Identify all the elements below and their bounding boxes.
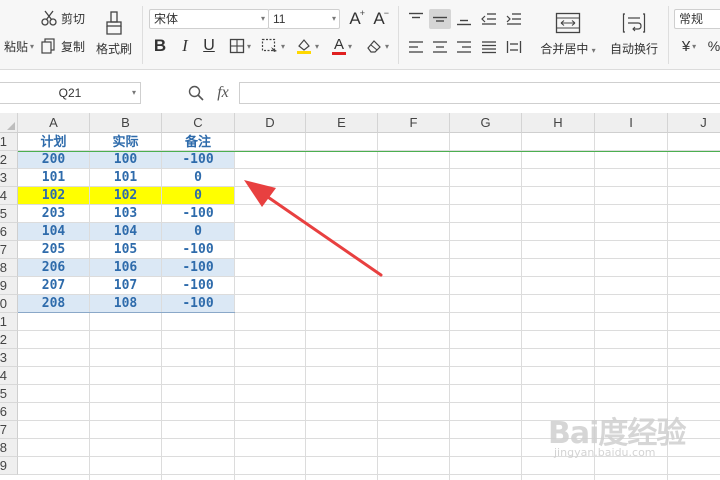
fill-color-button[interactable]: ▾ (292, 35, 322, 57)
font-color-button[interactable]: A ▾ (327, 35, 357, 57)
indent-icon (506, 13, 521, 25)
eraser-icon (367, 40, 381, 53)
paint-bucket-icon (296, 39, 311, 54)
brush-icon (106, 10, 122, 35)
distributed-align-button[interactable] (503, 37, 525, 57)
cut-label: 剪切 (61, 11, 86, 26)
align-center-button[interactable] (429, 37, 451, 57)
align-bottom-button[interactable] (453, 9, 475, 29)
copy-button[interactable]: 复制 (40, 36, 90, 56)
align-top-icon (409, 12, 423, 19)
scissors-icon (41, 10, 57, 26)
watermark-url: jingyan.baidu.com (554, 446, 656, 459)
font-name-value: 宋体 (154, 12, 179, 26)
name-box[interactable]: Q21 ▾ (0, 82, 141, 104)
font-size-select[interactable]: 11 ▾ (268, 9, 340, 29)
align-right-button[interactable] (453, 37, 475, 57)
format-painter-label: 格式刷 (95, 41, 132, 56)
number-format-select[interactable]: 常规 (674, 9, 720, 29)
currency-button[interactable]: ¥ ▾ (676, 36, 702, 56)
align-right-icon (457, 41, 471, 53)
chevron-down-icon: ▾ (260, 14, 265, 23)
ribbon-divider (668, 6, 669, 64)
shrink-font-button[interactable]: A − (369, 8, 389, 30)
align-left-button[interactable] (405, 37, 427, 57)
grow-font-button[interactable]: A + (345, 8, 365, 30)
clear-format-button[interactable]: ▾ (362, 35, 392, 57)
wrap-text-button[interactable]: 自动换行 (605, 8, 663, 60)
font-size-value: 11 (273, 12, 286, 26)
merge-center-button[interactable]: 合并居中 ▾ (533, 8, 603, 60)
borders-button[interactable]: ▾ (225, 35, 255, 57)
percent-button[interactable]: % (706, 36, 720, 56)
paste-label: 粘贴 (3, 39, 28, 54)
chevron-down-icon: ▾ (331, 14, 336, 23)
wrap-text-icon (622, 12, 646, 33)
merge-cells-icon (555, 12, 581, 33)
copy-label: 复制 (61, 39, 86, 54)
insert-function-button[interactable]: fx (212, 84, 234, 102)
table-style-icon (261, 38, 277, 52)
font-color-icon: A (333, 35, 344, 53)
ribbon-divider (398, 6, 399, 64)
formula-input[interactable] (239, 82, 720, 104)
baidu-watermark: Bai度经验 jingyan.baidu.com (548, 400, 698, 470)
justify-icon (482, 41, 496, 54)
zoom-search-button[interactable] (186, 84, 206, 102)
align-middle-icon (433, 16, 447, 22)
distribute-icon (506, 41, 522, 53)
ribbon-divider (142, 6, 143, 64)
italic-button[interactable]: I (175, 35, 195, 57)
bold-icon: B (153, 36, 167, 55)
font-name-select[interactable]: 宋体 ▾ (149, 9, 269, 29)
align-center-icon (433, 41, 447, 53)
spreadsheet-grid[interactable]: ABCDEFGHIJ 12345678910111213141516171819… (0, 113, 720, 480)
justify-button[interactable] (478, 37, 500, 57)
number-format-value: 常规 (679, 12, 704, 26)
underline-icon: U (203, 37, 215, 54)
italic-icon: I (182, 36, 188, 55)
align-left-icon (409, 41, 423, 53)
bold-button[interactable]: B (150, 35, 170, 57)
paste-button[interactable]: 粘贴 ▾ (0, 36, 38, 56)
decrease-indent-button[interactable] (478, 9, 500, 29)
border-grid-icon (229, 38, 245, 54)
chevron-down-icon: ▾ (131, 88, 136, 97)
cell-style-button[interactable]: ▾ (258, 35, 288, 57)
wrap-text-label: 自动换行 (609, 41, 658, 56)
ribbon-toolbar: 粘贴 ▾ 剪切 复制 格式刷 宋体 ▾ 11 ▾ A + A − B I U ▾… (0, 0, 720, 70)
magnifier-icon (188, 85, 204, 101)
fx-icon: fx (217, 84, 229, 101)
align-top-button[interactable] (405, 9, 427, 29)
outdent-icon (481, 13, 496, 25)
cut-button[interactable]: 剪切 (40, 8, 90, 28)
name-box-value: Q21 (58, 86, 82, 100)
increase-indent-button[interactable] (503, 9, 525, 29)
align-middle-button[interactable] (429, 9, 451, 29)
merge-center-label: 合并居中 (540, 41, 589, 56)
formula-bar: Q21 ▾ fx (0, 78, 720, 108)
underline-button[interactable]: U (199, 35, 219, 57)
copy-icon (41, 38, 55, 54)
align-bottom-icon (457, 19, 471, 26)
yen-icon: ¥ (681, 37, 691, 55)
percent-icon: % (707, 38, 720, 54)
format-painter-button[interactable]: 格式刷 (94, 6, 134, 60)
